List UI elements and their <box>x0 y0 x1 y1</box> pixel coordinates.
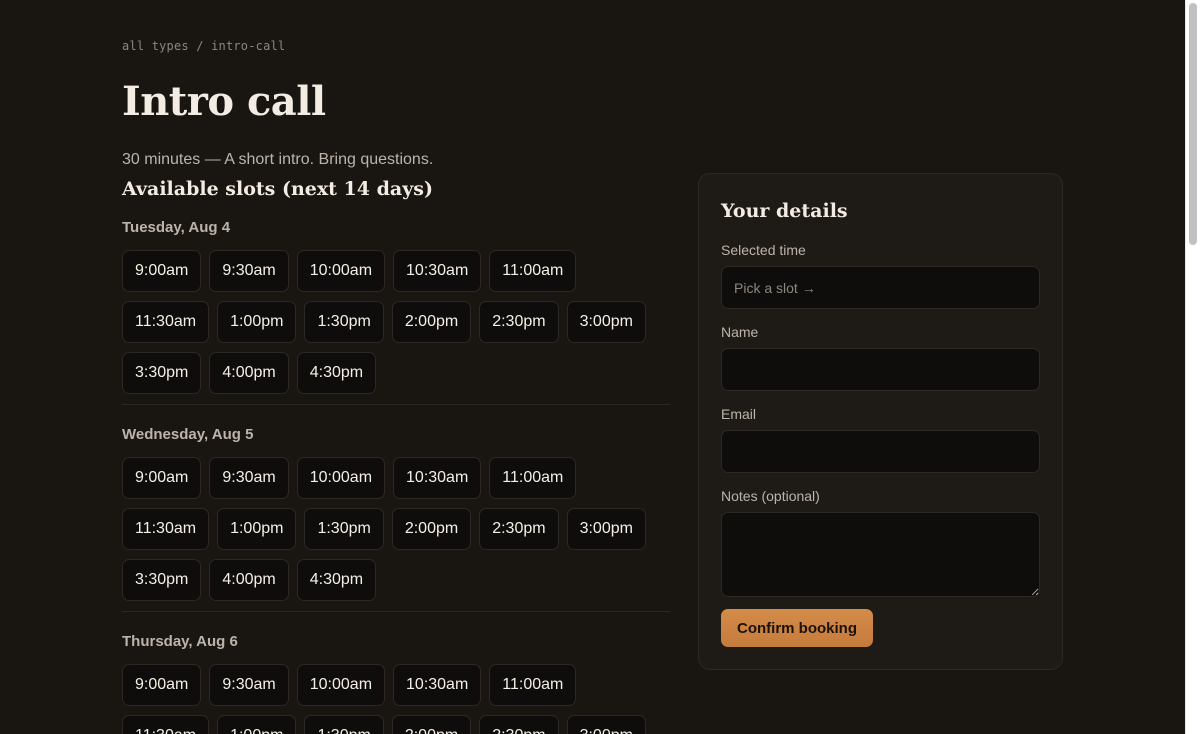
notes-field[interactable] <box>721 512 1040 597</box>
time-slot-button[interactable]: 11:00am <box>489 664 577 706</box>
time-slot-button[interactable]: 10:30am <box>393 664 482 706</box>
time-slot-button[interactable]: 11:30am <box>122 301 210 343</box>
time-slot-button[interactable]: 1:00pm <box>217 715 297 734</box>
details-panel: Your details Selected time Name Email No… <box>698 173 1063 670</box>
page-scrollbar[interactable] <box>1185 0 1200 734</box>
time-slot-button[interactable]: 9:00am <box>122 664 202 706</box>
scrollbar-thumb[interactable] <box>1189 3 1197 245</box>
time-slot-button[interactable]: 2:00pm <box>391 715 472 734</box>
time-slot-button[interactable]: 2:30pm <box>479 301 559 343</box>
time-slot-button[interactable]: 1:00pm <box>217 301 297 343</box>
time-slot-button[interactable]: 4:30pm <box>296 352 377 394</box>
selected-time-field[interactable] <box>721 266 1040 309</box>
time-slot-button[interactable]: 1:30pm <box>304 508 384 550</box>
slot-row: 11:30am 1:00pm 1:30pm 2:00pm 2:30pm 3:00pm <box>122 715 670 734</box>
slots-heading: Available slots (next 14 days) <box>122 178 433 200</box>
name-field[interactable] <box>721 348 1040 391</box>
event-description: 30 minutes — A short intro. Bring questi… <box>122 151 434 168</box>
time-slot-button[interactable]: 4:00pm <box>209 559 289 601</box>
time-slot-button[interactable]: 1:30pm <box>304 301 384 343</box>
day-section: Thursday, Aug 6 9:00am 9:30am 10:00am 10:30a… <box>122 633 670 734</box>
slot-row: 9:00am 9:30am 10:00am 10:30am 11:00am <box>122 457 670 499</box>
page-title: Intro call <box>122 78 326 125</box>
confirm-booking-button[interactable]: Confirm booking <box>721 609 873 647</box>
selected-time-label: Selected time <box>721 242 806 258</box>
time-slot-button[interactable]: 3:00pm <box>566 508 646 550</box>
time-slot-button[interactable]: 2:30pm <box>479 715 559 734</box>
time-slot-button[interactable]: 2:00pm <box>391 301 472 343</box>
time-slot-button[interactable]: 2:30pm <box>479 508 559 550</box>
slot-row: 11:30am1:00pm1:30pm2:00pm2:30pm3:00pm <box>122 301 670 343</box>
time-slot-button[interactable]: 4:00pm <box>209 352 289 394</box>
time-slot-button[interactable]: 9:00am <box>122 457 202 499</box>
time-slot-button[interactable]: 10:00am <box>296 664 386 706</box>
time-slot-button[interactable]: 3:30pm <box>122 559 202 601</box>
time-slot-button[interactable]: 9:00am <box>122 250 202 292</box>
booking-page: all types / intro-call Intro call 30 min… <box>0 0 1200 734</box>
time-slot-button[interactable]: 3:00pm <box>566 301 646 343</box>
time-slot-button[interactable]: 11:00am <box>489 457 577 499</box>
day-divider <box>122 611 670 612</box>
time-slot-button[interactable]: 10:30am <box>393 457 482 499</box>
time-slot-button[interactable]: 10:00am <box>296 457 386 499</box>
time-slot-button[interactable]: 11:30am <box>122 715 210 734</box>
slot-row: 3:30pm 4:00pm 4:30pm <box>122 559 670 601</box>
notes-label: Notes (optional) <box>721 488 820 504</box>
day-section: Wednesday, Aug 5 9:00am 9:30am 10:00am 10:30… <box>122 426 670 610</box>
details-title: Your details <box>721 200 848 222</box>
time-slot-button[interactable]: 3:00pm <box>566 715 646 734</box>
time-slot-button[interactable]: 4:30pm <box>296 559 377 601</box>
time-slot-button[interactable]: 2:00pm <box>391 508 472 550</box>
day-label: Wednesday, Aug 5 <box>122 426 254 443</box>
day-label: Tuesday, Aug 4 <box>122 219 231 236</box>
time-slot-button[interactable]: 9:30am <box>209 250 289 292</box>
day-section: Tuesday, Aug 4 9:00am 9:30am 10:00am 10:30am… <box>122 219 670 403</box>
time-slot-button[interactable]: 9:30am <box>209 457 289 499</box>
time-slot-button[interactable]: 10:00am <box>296 250 386 292</box>
time-slot-button[interactable]: 11:30am <box>122 508 210 550</box>
email-label: Email <box>721 406 757 422</box>
slot-row: 9:00am 9:30am 10:00am 10:30am 11:00am <box>122 664 670 706</box>
time-slot-button[interactable]: 1:30pm <box>304 715 384 734</box>
slot-row: 11:30am1:00pm1:30pm2:00pm2:30pm3:00pm <box>122 508 670 550</box>
time-slot-button[interactable]: 3:30pm <box>122 352 202 394</box>
time-slot-button[interactable]: 11:00am <box>489 250 577 292</box>
day-divider <box>122 404 670 405</box>
slot-row: 9:00am 9:30am 10:00am 10:30am 11:00am <box>122 250 670 292</box>
breadcrumb[interactable]: all types / intro-call <box>122 39 285 53</box>
slot-row: 3:30pm 4:00pm 4:30pm <box>122 352 670 394</box>
email-field[interactable] <box>721 430 1040 473</box>
time-slot-button[interactable]: 10:30am <box>393 250 482 292</box>
name-label: Name <box>721 324 759 340</box>
day-label: Thursday, Aug 6 <box>122 633 238 650</box>
time-slot-button[interactable]: 9:30am <box>209 664 289 706</box>
time-slot-button[interactable]: 1:00pm <box>217 508 297 550</box>
